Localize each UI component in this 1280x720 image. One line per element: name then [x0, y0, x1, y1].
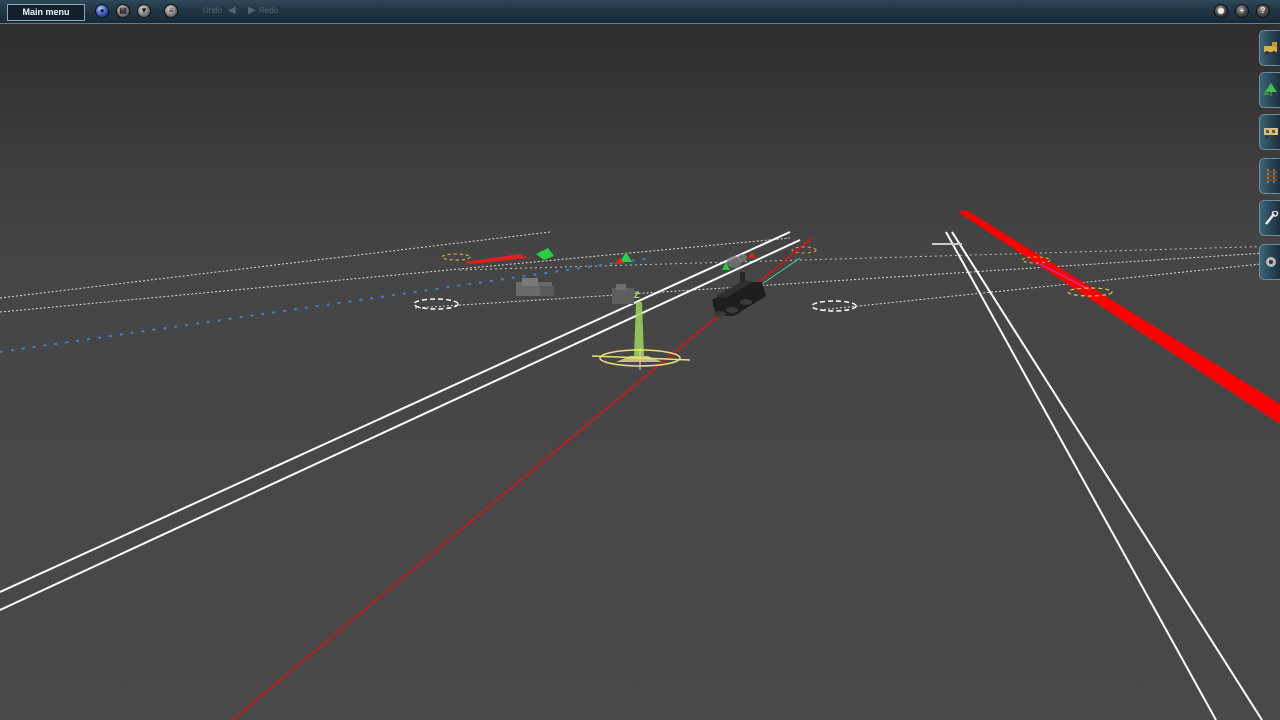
3d-viewport[interactable]: Z [0, 0, 1280, 720]
list-icon: ≡ [168, 6, 174, 15]
camera-icon: ◉ [1217, 6, 1225, 15]
track-rail[interactable] [0, 231, 791, 593]
green-axis-line [761, 257, 801, 285]
red-arrow-marker[interactable] [748, 252, 756, 258]
main-menu-button[interactable]: Main menu [7, 4, 85, 21]
list-button[interactable]: ≡ [164, 4, 178, 18]
track-rail[interactable] [0, 239, 801, 611]
tab-train-cars[interactable] [1259, 114, 1280, 150]
track-icon [1265, 169, 1277, 183]
blue-dotted-line [0, 257, 651, 353]
globe-icon: ● [99, 6, 105, 15]
red-arrow-marker[interactable] [464, 254, 528, 264]
spline-node[interactable] [811, 300, 857, 312]
undo-button[interactable]: Undo [203, 6, 222, 15]
green-arrow-marker[interactable] [536, 248, 554, 260]
tab-track-objects[interactable] [1259, 158, 1280, 194]
tab-track-tools[interactable] [1259, 30, 1280, 66]
save-button[interactable]: ▤ [116, 4, 130, 18]
globe-button[interactable]: ● [95, 4, 109, 18]
track-spline[interactable] [0, 231, 551, 299]
track-spline[interactable] [414, 251, 1280, 309]
tab-settings[interactable] [1259, 244, 1280, 280]
wagon-icon [1264, 128, 1278, 139]
industry-building[interactable] [516, 278, 554, 296]
save-icon: ▤ [119, 6, 127, 15]
undo-arrow-icon[interactable]: ◀ [228, 5, 236, 16]
wrench-icon [1265, 211, 1279, 225]
plus-icon: + [1239, 6, 1245, 15]
track-spline[interactable] [459, 245, 1280, 271]
top-toolbar: Main menu ● ▤ ▼ ≡ Undo ◀ ▶ Redo ◉ + ? [0, 0, 1280, 24]
tab-edit-tools[interactable] [1259, 200, 1280, 236]
filter-button[interactable]: ▼ [137, 4, 151, 18]
track-rail[interactable] [945, 231, 1217, 720]
redo-arrow-icon[interactable]: ▶ [248, 5, 256, 16]
tab-scenery[interactable] [1259, 72, 1280, 108]
redo-button[interactable]: Redo [259, 6, 278, 15]
help-button[interactable]: ? [1256, 4, 1270, 18]
track-spline[interactable] [0, 237, 791, 313]
tree-icon [1263, 83, 1277, 96]
gear-icon [1266, 257, 1276, 267]
gizmo-axis-label: Z [634, 290, 640, 300]
scene-canvas[interactable]: Z [0, 0, 1280, 720]
camera-button[interactable]: ◉ [1214, 4, 1228, 18]
add-button[interactable]: + [1235, 4, 1249, 18]
industry-building[interactable] [612, 284, 634, 304]
locomotive-icon [1264, 42, 1277, 55]
help-icon: ? [1260, 6, 1266, 15]
spline-node[interactable] [441, 253, 471, 261]
filter-icon: ▼ [140, 6, 148, 15]
